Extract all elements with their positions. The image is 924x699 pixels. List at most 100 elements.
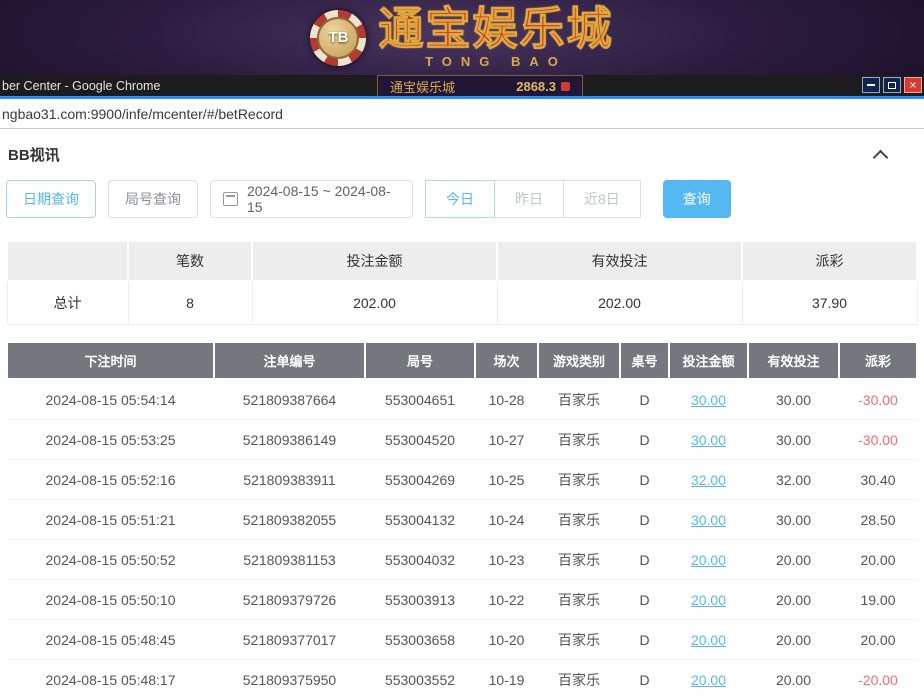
cell: 202.00 xyxy=(252,281,497,325)
bet-amount-link[interactable]: 30.00 xyxy=(669,420,748,460)
maximize-icon xyxy=(888,82,896,89)
cell: 百家乐 xyxy=(538,580,620,620)
url-text: ngbao31.com:9900/infe/mcenter/#/betRecor… xyxy=(2,106,283,122)
column-header: 笔数 xyxy=(128,241,252,281)
site-name-cn: 通宝娱乐城 xyxy=(378,7,613,52)
column-header: 下注时间 xyxy=(7,342,214,379)
cell: 521809379726 xyxy=(214,580,365,620)
search-button[interactable]: 查询 xyxy=(663,180,731,218)
bet-amount-link[interactable]: 32.00 xyxy=(669,460,748,500)
cell: 30.00 xyxy=(748,420,839,460)
cell: 521809381153 xyxy=(214,540,365,580)
cell: 10-23 xyxy=(475,540,538,580)
screen: TB 通宝娱乐城 TONG BAO ber Center - Google Ch… xyxy=(0,0,924,699)
cell: 553003552 xyxy=(365,660,475,699)
cell: 百家乐 xyxy=(538,379,620,420)
cell: 2024-08-15 05:54:14 xyxy=(7,379,214,420)
minimize-icon xyxy=(867,84,875,86)
cell: 2024-08-15 05:51:21 xyxy=(7,500,214,540)
bet-record-row: 2024-08-15 05:48:17521809375950553003552… xyxy=(7,660,917,699)
chevron-up-icon[interactable] xyxy=(873,149,889,165)
cell: 553004520 xyxy=(365,420,475,460)
cell: 2024-08-15 05:52:16 xyxy=(7,460,214,500)
date-range-value: 2024-08-15 ~ 2024-08-15 xyxy=(247,183,400,215)
bet-amount-link[interactable]: 30.00 xyxy=(669,500,748,540)
bet-record-row: 2024-08-15 05:48:45521809377017553003658… xyxy=(7,620,917,660)
date-range-input[interactable]: 2024-08-15 ~ 2024-08-15 xyxy=(210,180,413,218)
bet-amount-link[interactable]: 20.00 xyxy=(669,620,748,660)
chip-monogram: TB xyxy=(317,17,359,59)
cell: 553004032 xyxy=(365,540,475,580)
cell: 20.00 xyxy=(748,660,839,699)
date-query-tab[interactable]: 日期查询 xyxy=(6,180,96,218)
refresh-icon[interactable] xyxy=(561,82,570,91)
cell: -30.00 xyxy=(839,420,917,460)
cell: 20.00 xyxy=(839,540,917,580)
bet-record-row: 2024-08-15 05:54:14521809387664553004651… xyxy=(7,379,917,420)
bet-amount-link[interactable]: 20.00 xyxy=(669,660,748,699)
column-header xyxy=(7,241,128,281)
column-header: 投注金额 xyxy=(669,342,748,379)
quick-range-group: 今日 昨日 近8日 xyxy=(425,180,641,218)
cell: 10-25 xyxy=(475,460,538,500)
cell: 521809382055 xyxy=(214,500,365,540)
balance-strip: 通宝娱乐城 2868.3 xyxy=(377,75,583,96)
calendar-icon xyxy=(223,192,238,206)
bet-record-row: 2024-08-15 05:52:16521809383911553004269… xyxy=(7,460,917,500)
column-header: 投注金额 xyxy=(252,241,497,281)
bets-header-row: 下注时间注单编号局号场次游戏类别桌号投注金额有效投注派彩 xyxy=(7,342,917,379)
cell: 2024-08-15 05:50:52 xyxy=(7,540,214,580)
cell: 553003658 xyxy=(365,620,475,660)
minimize-button[interactable] xyxy=(862,77,880,93)
maximize-button[interactable] xyxy=(883,77,901,93)
cell: D xyxy=(620,660,669,699)
site-name-en: TONG BAO xyxy=(378,54,613,69)
column-header: 有效投注 xyxy=(748,342,839,379)
address-bar[interactable]: ngbao31.com:9900/infe/mcenter/#/betRecor… xyxy=(0,99,924,129)
cell: 10-20 xyxy=(475,620,538,660)
cell: 10-28 xyxy=(475,379,538,420)
cell: 百家乐 xyxy=(538,460,620,500)
today-button[interactable]: 今日 xyxy=(425,180,495,218)
balance-group: 2868.3 xyxy=(516,79,570,94)
yesterday-button[interactable]: 昨日 xyxy=(494,180,564,218)
bet-amount-link[interactable]: 30.00 xyxy=(669,379,748,420)
filter-bar: 日期查询 局号查询 2024-08-15 ~ 2024-08-15 今日 昨日 … xyxy=(6,180,918,218)
cell: 30.00 xyxy=(748,500,839,540)
cell: 百家乐 xyxy=(538,620,620,660)
round-query-tab[interactable]: 局号查询 xyxy=(108,180,198,218)
site-logo: TB 通宝娱乐城 TONG BAO xyxy=(310,7,613,69)
window-title: ber Center - Google Chrome xyxy=(2,79,160,93)
column-header: 有效投注 xyxy=(497,241,742,281)
bet-records-table: 下注时间注单编号局号场次游戏类别桌号投注金额有效投注派彩 2024-08-15 … xyxy=(6,341,918,699)
cell: 2024-08-15 05:48:17 xyxy=(7,660,214,699)
last-8-days-button[interactable]: 近8日 xyxy=(563,180,641,218)
cell: 20.00 xyxy=(839,620,917,660)
cell: 553004269 xyxy=(365,460,475,500)
cell: 2024-08-15 05:53:25 xyxy=(7,420,214,460)
balance-value: 2868.3 xyxy=(516,79,556,94)
cell: 百家乐 xyxy=(538,500,620,540)
cell: D xyxy=(620,500,669,540)
cell: -30.00 xyxy=(839,379,917,420)
column-header: 游戏类别 xyxy=(538,342,620,379)
cell: 2024-08-15 05:48:45 xyxy=(7,620,214,660)
cell: 19.00 xyxy=(839,580,917,620)
logo-text: 通宝娱乐城 TONG BAO xyxy=(378,7,613,69)
bet-amount-link[interactable]: 20.00 xyxy=(669,540,748,580)
cell: 553004132 xyxy=(365,500,475,540)
column-header: 派彩 xyxy=(839,342,917,379)
bet-amount-link[interactable]: 20.00 xyxy=(669,580,748,620)
close-button[interactable]: × xyxy=(904,77,922,93)
summary-row: 总计8202.00202.0037.90 xyxy=(7,281,917,325)
bet-record-row: 2024-08-15 05:53:25521809386149553004520… xyxy=(7,420,917,460)
section-header: BB视讯 xyxy=(6,130,918,178)
tb-chip-icon: TB xyxy=(310,10,366,66)
section-title: BB视讯 xyxy=(8,144,60,165)
column-header: 桌号 xyxy=(620,342,669,379)
cell: 2024-08-15 05:50:10 xyxy=(7,580,214,620)
cell: 553004651 xyxy=(365,379,475,420)
cell: 521809377017 xyxy=(214,620,365,660)
cell: 百家乐 xyxy=(538,540,620,580)
cell: 521809375950 xyxy=(214,660,365,699)
